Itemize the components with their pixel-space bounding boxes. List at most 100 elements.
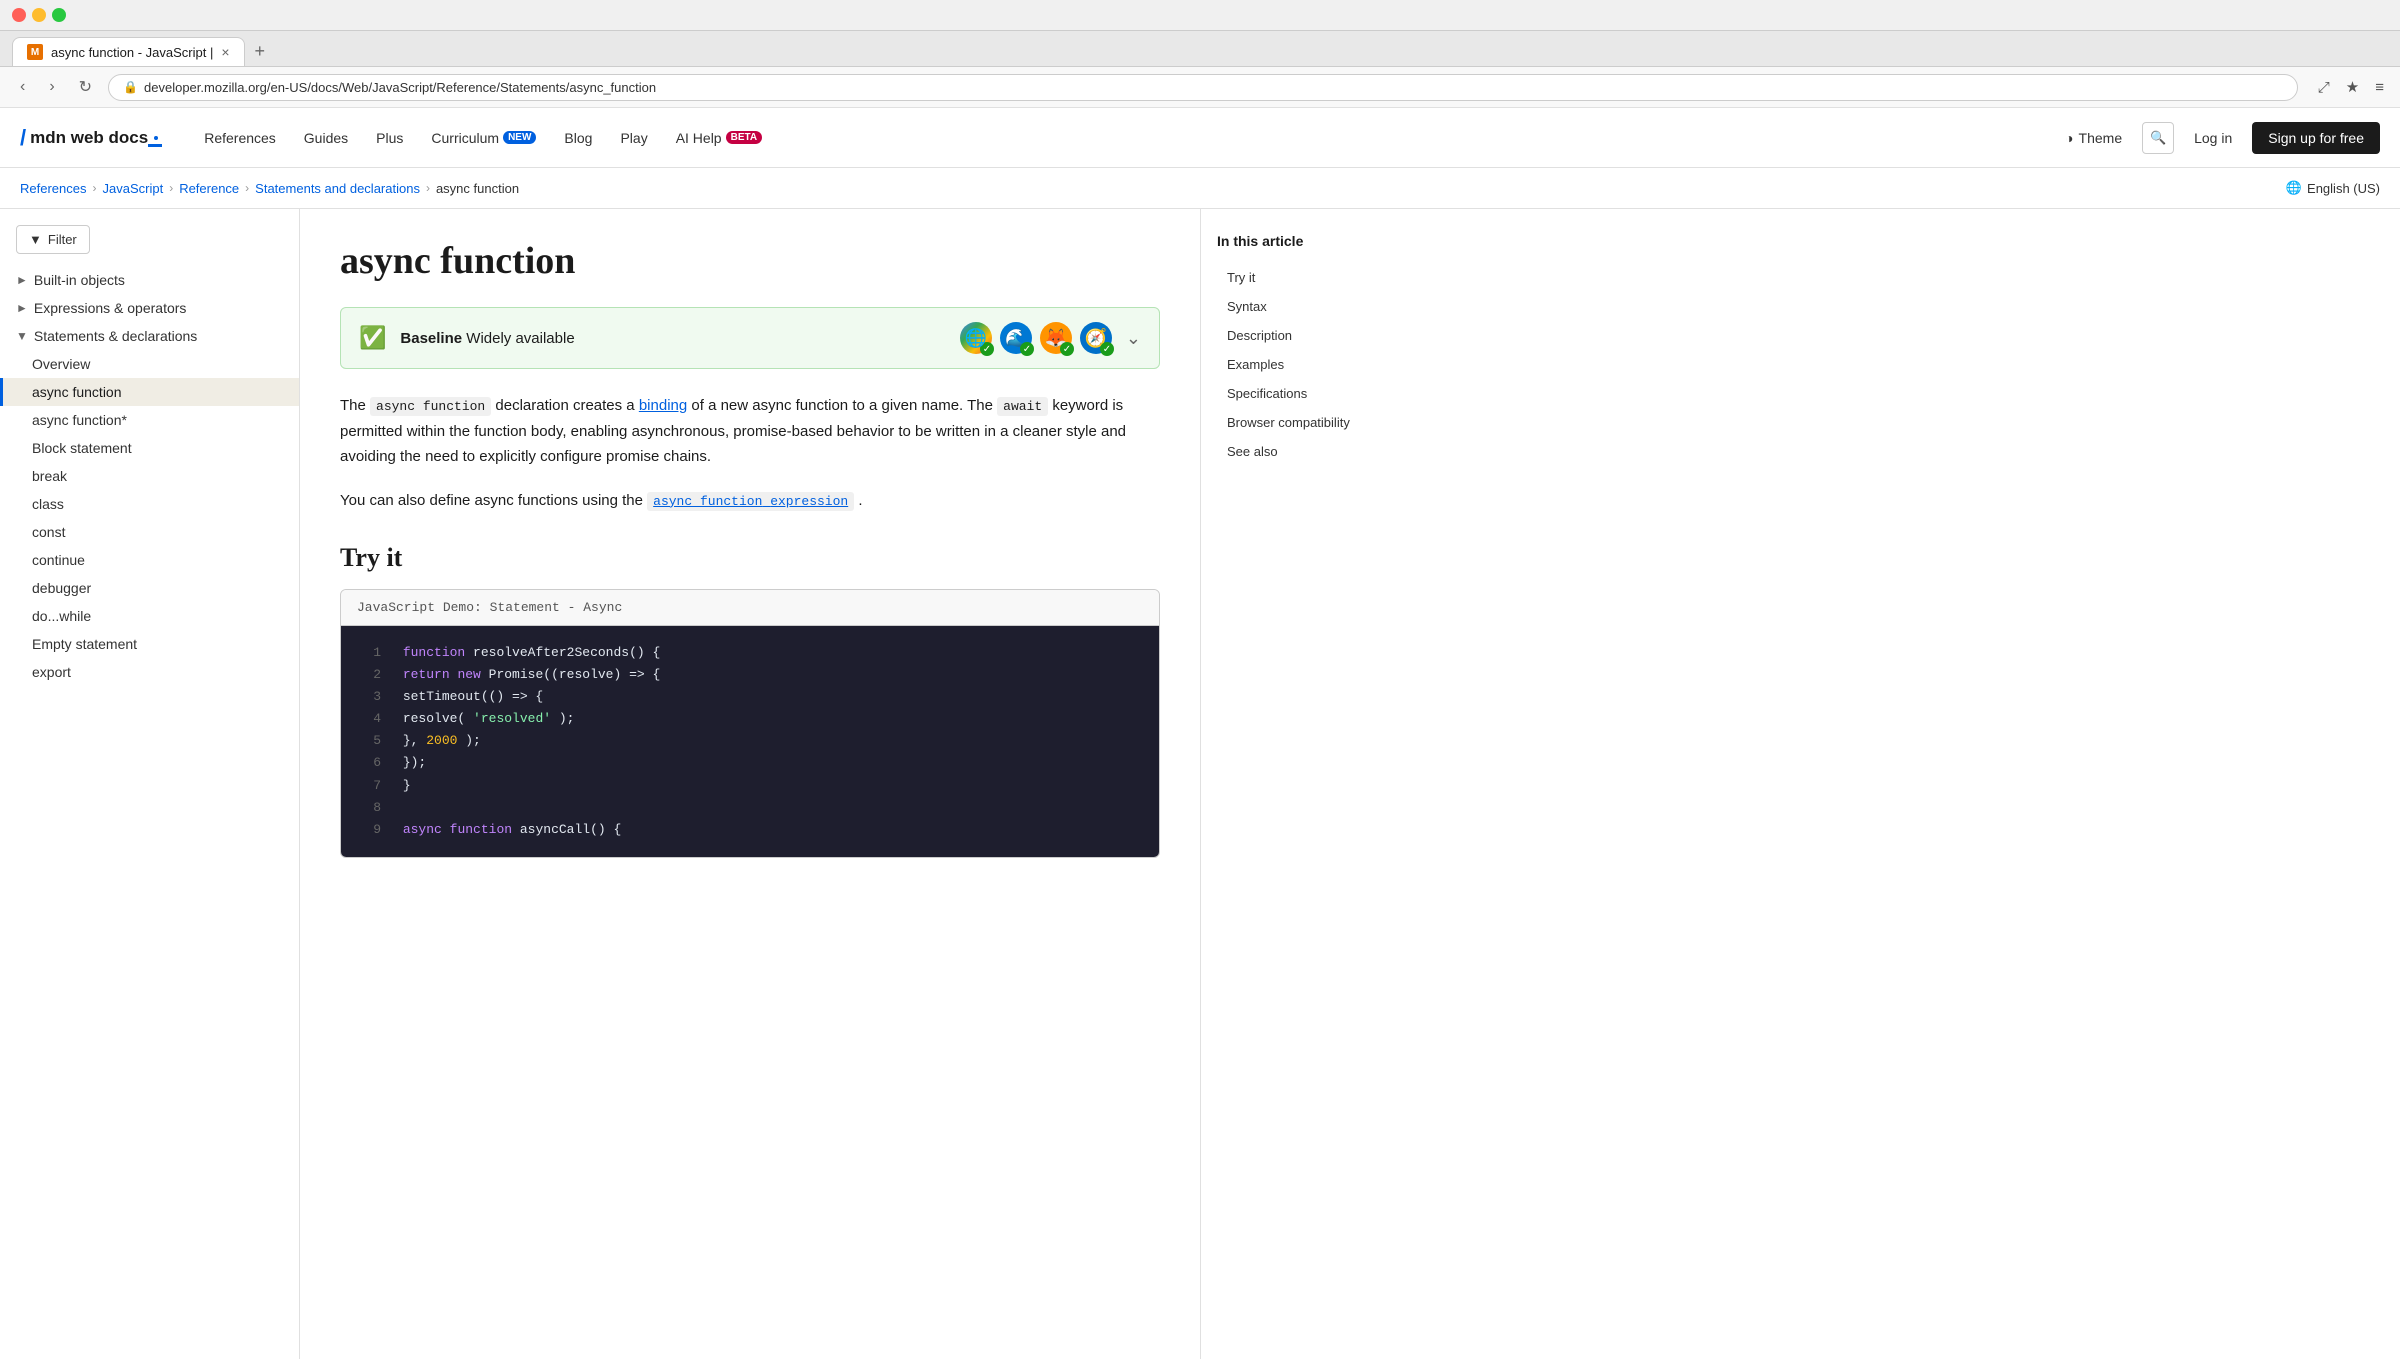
intro1-binding-link[interactable]: binding	[639, 397, 687, 414]
nav-curriculum[interactable]: Curriculum NEW	[419, 122, 548, 154]
firefox-icon: 🦊 ✓	[1040, 322, 1072, 354]
nav-curriculum-label: Curriculum	[431, 130, 499, 146]
nav-guides[interactable]: Guides	[292, 122, 360, 154]
code-line6: });	[403, 755, 426, 770]
line-num-9: 9	[357, 819, 381, 841]
toc-item-browser-compat[interactable]: Browser compatibility	[1217, 410, 1404, 435]
toc-item-syntax[interactable]: Syntax	[1217, 294, 1404, 319]
kw-function-1: function	[403, 645, 465, 660]
sidebar-statements-label: Statements & declarations	[34, 328, 197, 344]
sidebar-item-empty[interactable]: Empty statement	[0, 630, 299, 658]
code-paren-5: );	[465, 733, 481, 748]
refresh-button[interactable]: ↻	[71, 73, 100, 101]
forward-button[interactable]: ›	[41, 74, 62, 100]
toc-item-specifications[interactable]: Specifications	[1217, 381, 1404, 406]
nav-play-label: Play	[620, 130, 647, 146]
dot-red[interactable]	[12, 8, 26, 22]
intro2-async-code-link[interactable]: async function expression	[647, 492, 854, 511]
mdn-logo-text: mdn web docs	[30, 128, 148, 148]
sidebar-item-async-generator[interactable]: async function*	[0, 406, 299, 434]
baseline-expand-button[interactable]: ⌄	[1126, 328, 1141, 349]
bookmark-icon[interactable]: ★	[2342, 74, 2363, 100]
safari-icon: 🧭 ✓	[1080, 322, 1112, 354]
nav-aihelp[interactable]: AI Help BETA	[664, 122, 774, 154]
breadcrumb-sep-1: ›	[92, 181, 96, 195]
nav-plus[interactable]: Plus	[364, 122, 415, 154]
signup-button[interactable]: Sign up for free	[2252, 122, 2380, 154]
intro2-post: .	[858, 492, 862, 509]
filter-label: Filter	[48, 232, 77, 247]
line-num-7: 7	[357, 775, 381, 797]
login-button[interactable]: Log in	[2184, 124, 2242, 152]
sidebar-section-expressions[interactable]: ► Expressions & operators	[0, 294, 299, 322]
sidebar-item-debugger[interactable]: debugger	[0, 574, 299, 602]
search-icon: 🔍	[2150, 130, 2166, 146]
code-line-7: 7 }	[357, 775, 1143, 797]
header-right: ◑ Theme 🔍 Log in Sign up for free	[2055, 122, 2380, 154]
sidebar-item-continue[interactable]: continue	[0, 546, 299, 574]
num-2000-5: 2000	[426, 733, 457, 748]
lock-icon: 🔒	[123, 80, 138, 94]
breadcrumb-reference[interactable]: Reference	[179, 181, 239, 196]
safari-check-icon: ✓	[1100, 342, 1114, 356]
intro1-pre: The	[340, 397, 370, 414]
sidebar-section-statements[interactable]: ▼ Statements & declarations	[0, 322, 299, 350]
logo-underline	[148, 144, 162, 147]
toc-item-try-it[interactable]: Try it	[1217, 265, 1404, 290]
nav-plus-label: Plus	[376, 130, 403, 146]
breadcrumb-sep-2: ›	[169, 181, 173, 195]
code-line-2: 2 return new Promise((resolve) => {	[357, 664, 1143, 686]
search-button[interactable]: 🔍	[2142, 122, 2174, 154]
toc-item-description[interactable]: Description	[1217, 323, 1404, 348]
dot-yellow[interactable]	[32, 8, 46, 22]
sidebar-built-in-label: Built-in objects	[34, 272, 125, 288]
sidebar-item-block[interactable]: Block statement	[0, 434, 299, 462]
toc-item-see-also[interactable]: See also	[1217, 439, 1404, 464]
breadcrumb-current: async function	[436, 181, 519, 196]
browser-nav: ‹ › ↻ 🔒 developer.mozilla.org/en-US/docs…	[0, 67, 2400, 108]
intro1-mid: declaration creates a	[495, 397, 638, 414]
address-bar[interactable]: 🔒 developer.mozilla.org/en-US/docs/Web/J…	[108, 74, 2298, 101]
code-demo-box: JavaScript Demo: Statement - Async 1 fun…	[340, 589, 1160, 858]
breadcrumb-statements[interactable]: Statements and declarations	[255, 181, 420, 196]
lang-label: English (US)	[2307, 181, 2380, 196]
nav-play[interactable]: Play	[608, 122, 659, 154]
menu-icon[interactable]: ≡	[2371, 74, 2388, 100]
breadcrumb-references[interactable]: References	[20, 181, 86, 196]
language-selector[interactable]: 🌐 English (US)	[2286, 180, 2380, 196]
sidebar-item-class[interactable]: class	[0, 490, 299, 518]
sidebar-item-const[interactable]: const	[0, 518, 299, 546]
back-button[interactable]: ‹	[12, 74, 33, 100]
browser-tab[interactable]: M async function - JavaScript | ×	[12, 37, 245, 66]
theme-button[interactable]: ◑ Theme	[2055, 124, 2132, 152]
browser-chrome	[0, 0, 2400, 31]
sidebar-item-break[interactable]: break	[0, 462, 299, 490]
filter-button[interactable]: ▼ Filter	[16, 225, 90, 254]
tab-title: async function - JavaScript |	[51, 45, 213, 60]
sidebar-item-dowhile[interactable]: do...while	[0, 602, 299, 630]
sidebar-section-built-in[interactable]: ► Built-in objects	[0, 266, 299, 294]
tab-close-icon[interactable]: ×	[221, 44, 229, 60]
dot-green[interactable]	[52, 8, 66, 22]
address-text: developer.mozilla.org/en-US/docs/Web/Jav…	[144, 80, 656, 95]
chevron-down-icon: ▼	[16, 329, 28, 343]
new-tab-button[interactable]: +	[245, 37, 276, 66]
sidebar-item-export[interactable]: export	[0, 658, 299, 686]
nav-references[interactable]: References	[192, 122, 288, 154]
code-demo-body: 1 function resolveAfter2Seconds() { 2 re…	[341, 626, 1159, 857]
theme-label: Theme	[2079, 130, 2123, 146]
sidebar-item-async-function[interactable]: async function	[0, 378, 299, 406]
chevron-right-icon: ►	[16, 273, 28, 287]
code-line-1: 1 function resolveAfter2Seconds() {	[357, 642, 1143, 664]
sidebar-expressions-label: Expressions & operators	[34, 300, 187, 316]
breadcrumb-javascript[interactable]: JavaScript	[102, 181, 163, 196]
code-line-6: 6 });	[357, 752, 1143, 774]
sidebar-item-overview[interactable]: Overview	[0, 350, 299, 378]
kw-return-2: return	[403, 667, 450, 682]
nav-blog[interactable]: Blog	[552, 122, 604, 154]
toc-item-examples[interactable]: Examples	[1217, 352, 1404, 377]
code-resolve-pre-4: resolve(	[403, 711, 465, 726]
nav-aihelp-label: AI Help	[676, 130, 722, 146]
mdn-logo[interactable]: / mdn web docs	[20, 125, 162, 151]
extensions-icon[interactable]: ⤢	[2314, 74, 2334, 100]
